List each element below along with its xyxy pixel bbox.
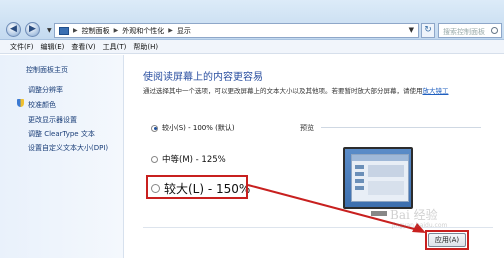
preview-divider xyxy=(321,127,481,128)
option-smaller[interactable]: 较小(S) - 100% (默认) xyxy=(151,123,235,133)
refresh-button[interactable]: ↻ xyxy=(421,23,435,38)
option-smaller-label: 较小(S) - 100% (默认) xyxy=(162,124,235,132)
search-placeholder: 搜索控制面板 xyxy=(443,28,485,36)
preview-label: 预览 xyxy=(300,124,314,132)
preview-block xyxy=(368,181,404,195)
description-text: 通过选择其中一个选项，可以更改屏幕上的文本大小以及其他项。若要暂时放大部分屏幕，… xyxy=(143,87,423,95)
shield-icon xyxy=(17,99,24,107)
back-button[interactable]: ◀ xyxy=(6,22,21,37)
sidebar-item-resolution[interactable]: 调整分辨率 xyxy=(28,85,63,95)
watermark-logo: Bai 经验 xyxy=(390,208,438,222)
option-medium[interactable]: 中等(M) - 125% xyxy=(151,153,226,165)
sidebar-item-display-settings[interactable]: 更改显示器设置 xyxy=(28,115,77,125)
menu-edit[interactable]: 编辑(E) xyxy=(41,42,65,52)
breadcrumb-appearance[interactable]: 外观和个性化 xyxy=(122,26,164,36)
highlight-box-apply xyxy=(425,230,469,250)
menu-help[interactable]: 帮助(H) xyxy=(133,42,158,52)
radio-smaller[interactable] xyxy=(151,124,158,132)
page-description: 通过选择其中一个选项，可以更改屏幕上的文本大小以及其他项。若要暂时放大部分屏幕，… xyxy=(143,85,449,95)
preview-sidebar xyxy=(355,165,364,193)
chevron-right-icon[interactable]: ▶ xyxy=(114,27,119,34)
sidebar-item-custom-dpi[interactable]: 设置自定义文本大小(DPI) xyxy=(28,143,108,153)
address-bar: ◀ ▶ ▼ ▶ 控制面板 ▶ 外观和个性化 ▶ 显示 ▼ ↻ 搜索控制面板 xyxy=(0,0,504,40)
breadcrumb-display[interactable]: 显示 xyxy=(177,26,191,36)
address-field[interactable]: ▶ 控制面板 ▶ 外观和个性化 ▶ 显示 ▼ xyxy=(54,23,419,38)
sidebar: 控制面板主页 调整分辨率 校准颜色 更改显示器设置 调整 ClearType 文… xyxy=(0,55,124,258)
menu-view[interactable]: 查看(V) xyxy=(71,42,95,52)
search-icon[interactable] xyxy=(491,27,498,34)
control-panel-icon xyxy=(59,26,69,35)
sidebar-item-calibrate-color[interactable]: 校准颜色 xyxy=(28,100,56,110)
preview-window xyxy=(351,154,409,202)
magnifier-link[interactable]: 放大镜工 xyxy=(423,87,449,95)
breadcrumb-control-panel[interactable]: 控制面板 xyxy=(82,26,110,36)
preview-monitor xyxy=(343,147,413,209)
forward-button[interactable]: ▶ xyxy=(25,22,40,37)
menu-tools[interactable]: 工具(T) xyxy=(103,42,127,52)
search-input[interactable]: 搜索控制面板 xyxy=(438,23,502,38)
option-medium-label: 中等(M) - 125% xyxy=(162,155,226,165)
watermark-url: jingyan.baidu.com xyxy=(392,222,448,229)
menu-file[interactable]: 文件(F) xyxy=(10,42,34,52)
highlight-box-larger xyxy=(146,175,248,199)
radio-medium[interactable] xyxy=(151,155,158,163)
preview-block xyxy=(368,165,404,177)
sidebar-item-cleartype[interactable]: 调整 ClearType 文本 xyxy=(28,129,95,139)
page-title: 使阅读屏幕上的内容更容易 xyxy=(143,72,263,83)
chevron-right-icon[interactable]: ▶ xyxy=(168,27,173,34)
recent-pages-dropdown-icon[interactable]: ▼ xyxy=(47,27,52,34)
menu-bar: 文件(F) 编辑(E) 查看(V) 工具(T) 帮助(H) xyxy=(0,40,504,54)
sidebar-item-home[interactable]: 控制面板主页 xyxy=(26,65,68,75)
address-dropdown-icon[interactable]: ▼ xyxy=(409,26,414,34)
preview-stand xyxy=(371,211,387,216)
chevron-right-icon[interactable]: ▶ xyxy=(73,27,78,34)
preview-titlebar xyxy=(352,155,408,161)
